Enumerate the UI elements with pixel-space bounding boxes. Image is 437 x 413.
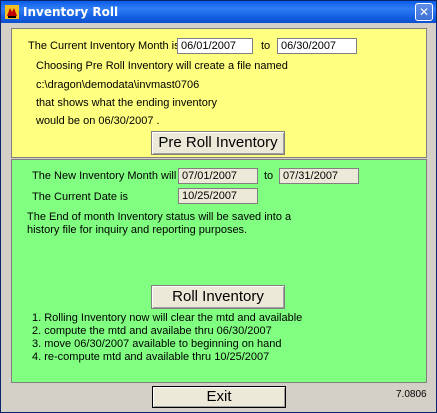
- roll-step-1: 1. Rolling Inventory now will clear the …: [32, 312, 303, 324]
- new-month-start-field: 07/01/2007: [178, 168, 258, 184]
- current-date-label: The Current Date is: [32, 191, 128, 203]
- pre-roll-inventory-button[interactable]: Pre Roll Inventory: [151, 131, 285, 155]
- pre-roll-description-line3: that shows what the ending inventory: [36, 97, 218, 109]
- roll-step-3: 3. move 06/30/2007 available to beginnin…: [32, 338, 282, 350]
- roll-inventory-panel: The New Inventory Month will be 07/01/20…: [11, 159, 427, 383]
- to-label: to: [261, 40, 271, 52]
- version-label: 7.0806: [396, 389, 427, 400]
- current-month-end-field[interactable]: 06/30/2007: [277, 38, 357, 54]
- inventory-roll-window: Inventory Roll ✕ The Current Inventory M…: [0, 0, 437, 413]
- pre-roll-panel: The Current Inventory Month is 06/01/200…: [11, 28, 427, 158]
- pre-roll-description-line4: would be on 06/30/2007 .: [36, 115, 160, 127]
- roll-inventory-button[interactable]: Roll Inventory: [151, 285, 285, 309]
- roll-info-line2: history file for inquiry and reporting p…: [27, 224, 248, 236]
- exit-button[interactable]: Exit: [152, 386, 286, 408]
- current-month-label: The Current Inventory Month is: [28, 40, 180, 52]
- current-date-field: 10/25/2007: [178, 188, 258, 204]
- new-month-to-label: to: [264, 170, 274, 182]
- title-bar[interactable]: Inventory Roll ✕: [1, 1, 436, 23]
- new-month-label: The New Inventory Month will be: [32, 170, 192, 182]
- current-month-start-field[interactable]: 06/01/2007: [177, 38, 253, 54]
- pre-roll-description-line1: Choosing Pre Roll Inventory will create …: [36, 60, 288, 72]
- roll-step-4: 4. re-compute mtd and available thru 10/…: [32, 351, 270, 363]
- pre-roll-file-path: c:\dragon\demodata\invmast0706: [36, 79, 200, 91]
- roll-step-2: 2. compute the mtd and availabe thru 06/…: [32, 325, 272, 337]
- app-dragon-icon: [5, 5, 19, 19]
- roll-info-line1: The End of month Inventory status will b…: [27, 211, 292, 223]
- close-button[interactable]: ✕: [415, 3, 433, 21]
- new-month-end-field: 07/31/2007: [279, 168, 359, 184]
- window-title: Inventory Roll: [23, 5, 119, 19]
